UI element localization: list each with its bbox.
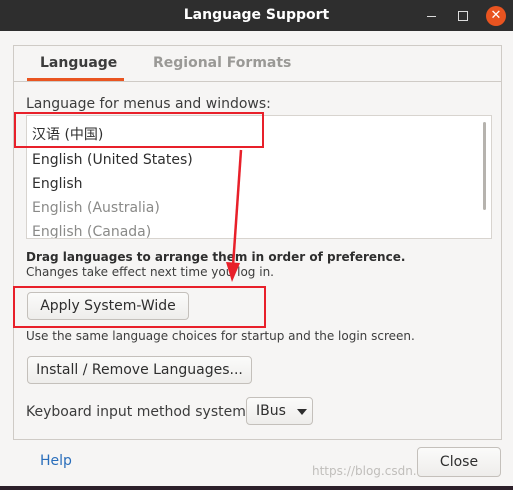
annotation-arrow <box>226 149 243 282</box>
